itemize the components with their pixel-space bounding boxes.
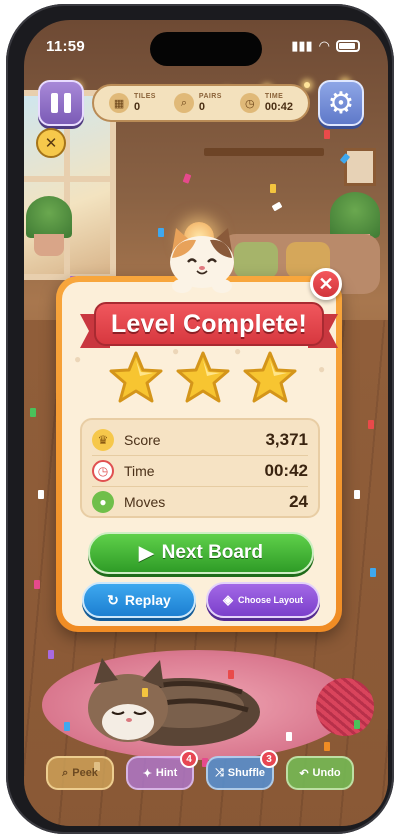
shuffle-button[interactable]: ⤨ Shuffle 3 <box>206 750 278 790</box>
close-icon: ✕ <box>318 273 334 294</box>
confetti <box>354 720 360 729</box>
hint-count-badge: 4 <box>180 750 198 768</box>
title-ribbon: Level Complete! <box>80 296 338 352</box>
confetti <box>64 722 70 731</box>
peek-label: Peek <box>72 767 98 779</box>
results-panel: ♛ Score 3,371 ◷ Time 00:42 ● Moves 24 <box>80 418 320 518</box>
result-value: 3,371 <box>265 429 308 449</box>
wrench-screwdriver-icon: ✕ <box>44 135 58 152</box>
settings-button[interactable]: ⚙ <box>318 80 364 126</box>
stat-value: 00:42 <box>264 101 293 113</box>
yarn-ball <box>316 678 374 736</box>
stat-label: TILES <box>134 93 156 100</box>
result-label: Moves <box>124 494 166 510</box>
undo-label: Undo <box>312 767 341 779</box>
magnifier-icon: ⌕ <box>62 766 69 779</box>
paw-print-icon: ● <box>318 362 326 376</box>
result-label: Score <box>124 431 161 448</box>
result-row-moves: ● Moves 24 <box>92 486 308 517</box>
confetti <box>324 130 330 139</box>
confetti <box>30 408 36 417</box>
tiles-icon: ▦ <box>109 93 130 113</box>
undo-icon: ↶ <box>299 767 309 780</box>
cat-picture-frame <box>344 148 376 186</box>
close-button[interactable]: ✕ <box>310 268 342 300</box>
confetti <box>286 732 292 741</box>
stats-bar: ▦ TILES 0 ⌕ PAIRS 0 ◷ TIME 00:42 <box>92 84 310 122</box>
dialog-title: Level Complete! <box>110 309 308 338</box>
confetti <box>228 670 234 679</box>
confetti <box>48 650 54 659</box>
confetti <box>270 184 276 193</box>
shuffle-count-badge: 3 <box>260 750 278 768</box>
replay-button[interactable]: ↻ Replay <box>82 582 196 618</box>
star-icon <box>176 351 230 403</box>
stat-time: ◷ TIME 00:42 <box>239 93 293 113</box>
stat-pairs: ⌕ PAIRS 0 <box>173 93 222 113</box>
battery-icon <box>336 40 360 52</box>
magnifier-icon: ⌕ <box>173 93 194 113</box>
result-label: Time <box>124 463 155 479</box>
plant-right <box>330 192 380 238</box>
tools-button[interactable]: ✕ <box>36 128 66 158</box>
play-icon: ▶ <box>139 542 154 564</box>
next-board-label: Next Board <box>161 542 263 563</box>
stat-value: 0 <box>134 101 141 113</box>
star-icon <box>109 351 163 403</box>
confetti <box>182 173 192 184</box>
paw-print-icon: ● <box>74 352 82 366</box>
confetti <box>324 742 330 751</box>
confetti <box>368 420 374 429</box>
clock-icon: ◷ <box>239 93 260 113</box>
clock-icon: ◷ <box>92 460 114 482</box>
confetti <box>354 490 360 499</box>
status-icons: ▮▮▮ ◠ <box>291 38 360 54</box>
paw-icon: ● <box>92 491 114 513</box>
shuffle-label: Shuffle <box>227 767 266 779</box>
trophy-icon: ♛ <box>92 428 114 451</box>
stat-value: 0 <box>198 101 206 113</box>
replay-icon: ↻ <box>107 591 119 608</box>
result-row-time: ◷ Time 00:42 <box>92 455 308 486</box>
lightbulb-icon: ✦ <box>142 767 152 780</box>
wall-shelf <box>204 148 324 156</box>
pause-button[interactable] <box>38 80 84 126</box>
confetti <box>271 201 283 212</box>
undo-button[interactable]: ↶ Undo <box>286 756 354 790</box>
confetti <box>142 688 148 697</box>
gear-icon: ⚙ <box>327 86 355 120</box>
wifi-icon: ◠ <box>318 38 330 53</box>
choose-layout-button[interactable]: ◈ Choose Layout <box>206 582 320 618</box>
stat-label: TIME <box>264 93 284 100</box>
confetti <box>34 580 40 589</box>
choose-layout-label: Choose Layout <box>237 595 303 605</box>
result-value: 24 <box>289 492 308 511</box>
peek-button[interactable]: ⌕ Peek <box>46 756 114 790</box>
cat-mascot-image <box>170 228 234 293</box>
star-rating <box>108 350 298 412</box>
pause-icon <box>51 93 58 113</box>
result-row-score: ♛ Score 3,371 <box>92 424 308 455</box>
signal-icon: ▮▮▮ <box>291 38 313 53</box>
confetti <box>370 568 376 577</box>
stat-tiles: ▦ TILES 0 <box>109 93 156 113</box>
replay-label: Replay <box>124 592 171 608</box>
layers-icon: ◈ <box>222 592 233 607</box>
sleeping-cat-image <box>88 658 260 746</box>
confetti <box>38 490 44 499</box>
hint-button[interactable]: ✦ Hint 4 <box>126 750 198 790</box>
star-icon <box>243 351 297 403</box>
stat-label: PAIRS <box>198 93 222 100</box>
plant-left <box>26 196 72 238</box>
pot-left <box>34 234 64 256</box>
result-value: 00:42 <box>264 461 308 480</box>
next-board-button[interactable]: ▶ Next Board <box>88 532 314 574</box>
status-time: 11:59 <box>46 38 86 55</box>
hint-label: Hint <box>155 767 178 779</box>
shuffle-icon: ⤨ <box>214 766 224 779</box>
dynamic-island <box>150 32 262 66</box>
